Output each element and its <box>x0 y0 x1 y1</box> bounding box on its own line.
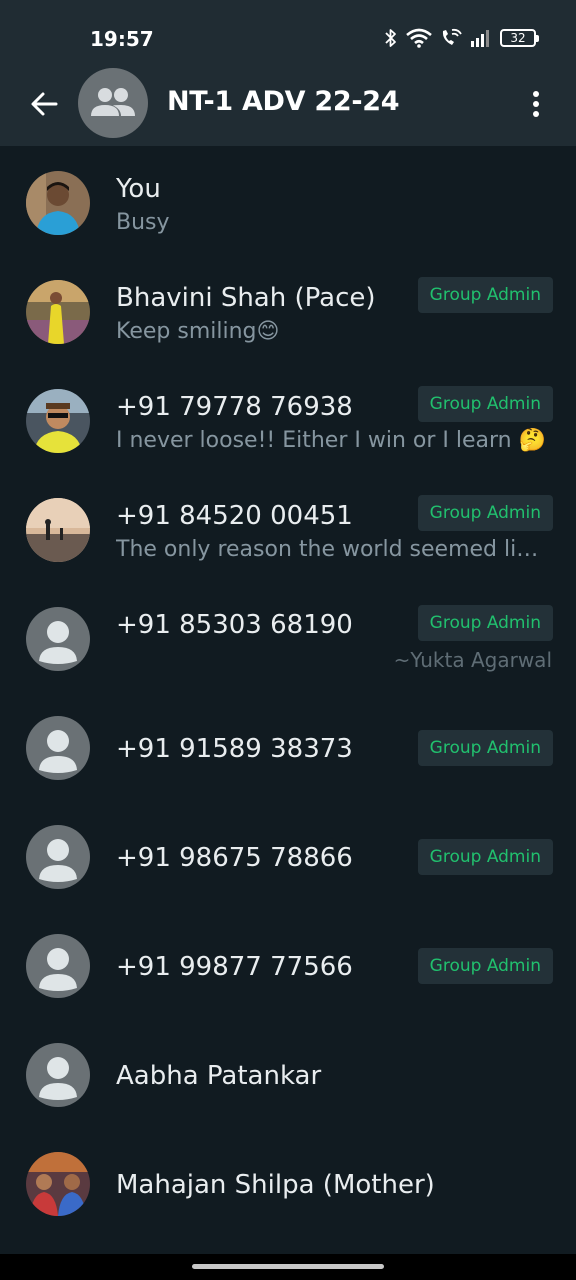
group-admin-badge: Group Admin <box>417 605 553 641</box>
default-person-icon <box>39 948 77 991</box>
participant-row[interactable]: +91 84520 00451 The only reason the worl… <box>0 473 576 581</box>
default-person-icon <box>39 730 77 773</box>
participant-about: I never loose!! Either I win or I learn … <box>116 428 546 453</box>
avatar[interactable] <box>26 607 90 671</box>
signal-icon <box>471 30 489 47</box>
avatar[interactable] <box>26 1043 90 1107</box>
avatar[interactable] <box>26 825 90 889</box>
participant-about: Keep smiling😊 <box>116 319 280 344</box>
participant-row[interactable]: Aabha Patankar <box>0 1018 576 1126</box>
back-button[interactable] <box>22 82 66 126</box>
default-person-icon <box>39 621 77 664</box>
default-person-icon <box>39 1057 77 1100</box>
arrow-left-icon <box>31 92 58 116</box>
battery-icon: 32 <box>500 29 539 47</box>
status-time: 19:57 <box>90 27 154 51</box>
avatar[interactable] <box>26 934 90 998</box>
default-person-icon <box>39 839 77 882</box>
avatar-photo <box>26 280 90 344</box>
app-bar: NT-1 ADV 22-24 <box>0 62 576 146</box>
participant-name: Aabha Patankar <box>116 1061 322 1091</box>
group-admin-badge: Group Admin <box>417 386 553 422</box>
participant-name: Bhavini Shah (Pace) <box>116 283 376 313</box>
avatar[interactable] <box>26 171 90 235</box>
avatar-photo <box>26 498 90 562</box>
group-admin-badge: Group Admin <box>417 839 553 875</box>
participant-name: +91 99877 77566 <box>116 952 353 982</box>
participant-about: Busy <box>116 210 170 235</box>
group-icon <box>91 88 135 116</box>
avatar-photo <box>26 1152 90 1216</box>
participant-row[interactable]: +91 79778 76938 I never loose!! Either I… <box>0 364 576 472</box>
avatar[interactable] <box>26 280 90 344</box>
participant-row[interactable]: You Busy <box>0 146 576 254</box>
avatar-photo <box>26 389 90 453</box>
avatar[interactable] <box>26 498 90 562</box>
wifi-calling-icon <box>442 28 462 45</box>
participant-row[interactable]: +91 85303 68190 Group Admin ~Yukta Agarw… <box>0 582 576 690</box>
participant-about: The only reason the world seemed lik… <box>116 537 546 562</box>
participant-row[interactable]: Mahajan Shilpa (Mother) <box>0 1127 576 1235</box>
avatar[interactable] <box>26 716 90 780</box>
avatar[interactable] <box>26 389 90 453</box>
top-bar: 19:57 32 NT-1 ADV 22-24 <box>0 0 576 146</box>
group-avatar[interactable] <box>78 68 148 138</box>
avatar[interactable] <box>26 1152 90 1216</box>
participant-name: Mahajan Shilpa (Mother) <box>116 1170 435 1200</box>
bluetooth-icon <box>385 29 396 47</box>
participant-name: +91 91589 38373 <box>116 734 353 764</box>
wifi-icon <box>406 28 432 48</box>
participant-row[interactable]: +91 99877 77566 Group Admin <box>0 909 576 1017</box>
gesture-handle[interactable] <box>192 1264 384 1269</box>
group-admin-badge: Group Admin <box>417 730 553 766</box>
more-vert-icon <box>533 91 539 117</box>
participant-name: +91 98675 78866 <box>116 843 353 873</box>
group-admin-badge: Group Admin <box>417 948 553 984</box>
group-admin-badge: Group Admin <box>417 277 553 313</box>
avatar-photo <box>26 171 90 235</box>
participant-name: +91 79778 76938 <box>116 392 353 422</box>
participant-row[interactable]: +91 91589 38373 Group Admin <box>0 691 576 799</box>
status-bar: 19:57 32 <box>0 0 576 62</box>
participant-row[interactable]: +91 98675 78866 Group Admin <box>0 800 576 908</box>
status-icons: 32 <box>384 26 539 50</box>
participant-pushname: ~Yukta Agarwal <box>393 648 552 672</box>
more-options-button[interactable] <box>514 82 558 126</box>
participant-row[interactable]: Bhavini Shah (Pace) Keep smiling😊 Group … <box>0 255 576 363</box>
group-title[interactable]: NT-1 ADV 22-24 <box>167 86 400 117</box>
group-admin-badge: Group Admin <box>417 495 553 531</box>
participant-name: You <box>116 174 161 204</box>
battery-level: 32 <box>510 31 526 45</box>
participant-name: +91 84520 00451 <box>116 501 353 531</box>
participant-name: +91 85303 68190 <box>116 610 353 640</box>
